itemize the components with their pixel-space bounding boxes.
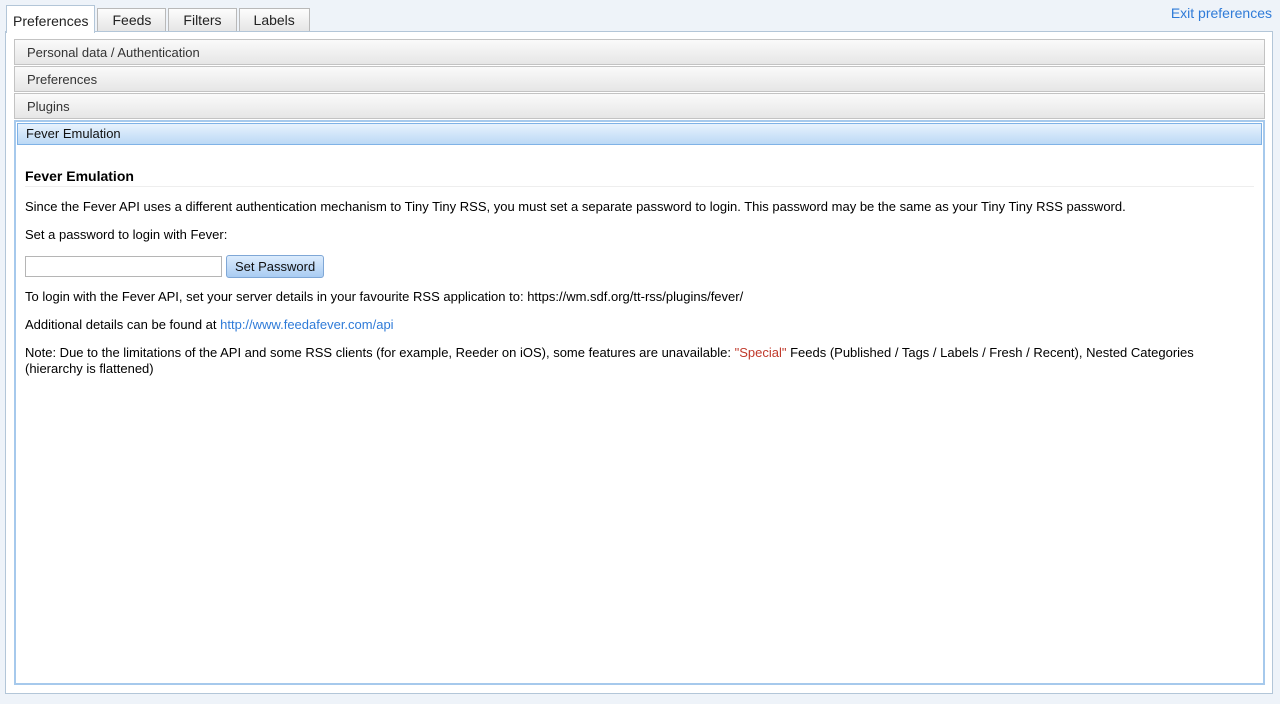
tab-preferences[interactable]: Preferences [6, 5, 96, 33]
accordion-header-plugins[interactable]: Plugins [14, 93, 1265, 119]
fever-details-line: Additional details can be found at http:… [25, 317, 1254, 333]
accordion-header-fever-emulation[interactable]: Fever Emulation [17, 123, 1262, 145]
fever-password-input[interactable] [25, 256, 222, 277]
preferences-panel: Personal data / Authentication Preferenc… [5, 31, 1273, 694]
preferences-app: Preferences Feeds Filters Labels Exit pr… [0, 0, 1280, 704]
accordion-section-fever: Fever Emulation Fever Emulation Since th… [14, 120, 1265, 685]
accordion-header-personal-data[interactable]: Personal data / Authentication [14, 39, 1265, 65]
set-password-button[interactable]: Set Password [226, 255, 325, 278]
preferences-accordion: Personal data / Authentication Preferenc… [14, 39, 1265, 685]
tab-labels[interactable]: Labels [238, 8, 310, 32]
fever-note: Note: Due to the limitations of the API … [25, 345, 1254, 377]
set-password-prompt: Set a password to login with Fever: [25, 227, 228, 242]
accordion-header-preferences[interactable]: Preferences [14, 66, 1265, 92]
note-before-quote: Note: Due to the limitations of the API … [25, 345, 735, 360]
fever-section-title: Fever Emulation [25, 168, 1254, 187]
exit-preferences-link[interactable]: Exit preferences [1171, 5, 1272, 21]
fever-intro-text: Since the Fever API uses a different aut… [25, 199, 1126, 214]
password-row: Set Password [25, 255, 1254, 278]
details-prefix: Additional details can be found at [25, 317, 221, 332]
feedafever-api-link[interactable]: http://www.feedafever.com/api [220, 317, 393, 332]
tab-filters[interactable]: Filters [168, 8, 237, 32]
fever-login-info: To login with the Fever API, set your se… [25, 289, 744, 304]
tab-feeds[interactable]: Feeds [97, 8, 167, 32]
note-special-quote: "Special" [734, 345, 787, 360]
tab-strip: Preferences Feeds Filters Labels [6, 4, 312, 33]
fever-content: Fever Emulation Since the Fever API uses… [16, 146, 1263, 377]
